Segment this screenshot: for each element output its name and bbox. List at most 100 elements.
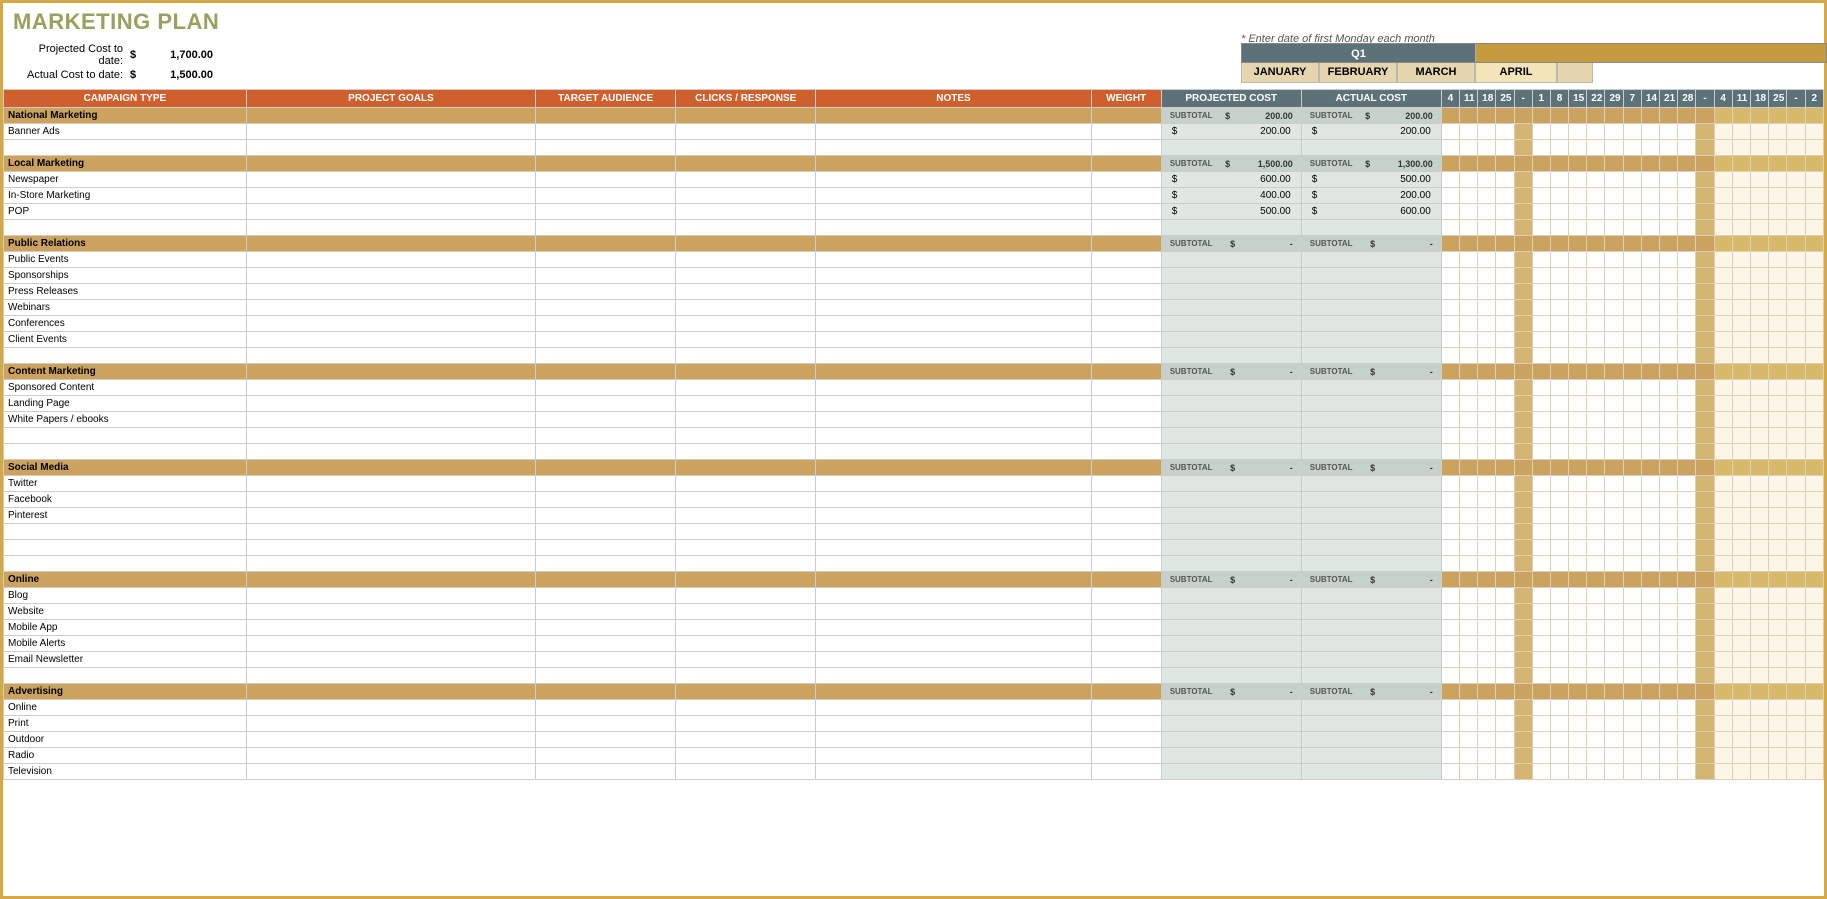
calendar-cell[interactable]	[1750, 268, 1768, 284]
calendar-cell[interactable]	[1732, 412, 1750, 428]
calendar-cell[interactable]	[1641, 460, 1659, 476]
calendar-cell[interactable]	[1514, 636, 1532, 652]
calendar-cell[interactable]	[1769, 380, 1787, 396]
calendar-cell[interactable]	[1678, 524, 1696, 540]
calendar-cell[interactable]	[1441, 300, 1459, 316]
calendar-cell[interactable]	[1678, 444, 1696, 460]
notes-cell[interactable]	[816, 396, 1091, 412]
calendar-cell[interactable]	[1569, 556, 1587, 572]
calendar-cell[interactable]	[1678, 684, 1696, 700]
calendar-cell[interactable]	[1769, 764, 1787, 780]
calendar-cell[interactable]	[1459, 236, 1477, 252]
calendar-cell[interactable]	[1496, 252, 1514, 268]
calendar-cell[interactable]	[1459, 268, 1477, 284]
calendar-cell[interactable]	[1550, 236, 1568, 252]
line-item-row[interactable]	[4, 348, 1824, 364]
calendar-cell[interactable]	[1587, 700, 1605, 716]
calendar-cell[interactable]	[1805, 284, 1823, 300]
line-item-row[interactable]: Webinars	[4, 300, 1824, 316]
calendar-cell[interactable]	[1641, 140, 1659, 156]
calendar-cell[interactable]	[1459, 284, 1477, 300]
calendar-cell[interactable]	[1787, 428, 1805, 444]
calendar-cell[interactable]	[1805, 748, 1823, 764]
calendar-cell[interactable]	[1714, 108, 1732, 124]
audience-cell[interactable]	[536, 204, 676, 220]
calendar-cell[interactable]	[1714, 252, 1732, 268]
calendar-cell[interactable]	[1532, 396, 1550, 412]
notes-cell[interactable]	[816, 188, 1091, 204]
calendar-cell[interactable]	[1769, 476, 1787, 492]
calendar-cell[interactable]	[1641, 300, 1659, 316]
line-item-row[interactable]: Print	[4, 716, 1824, 732]
calendar-cell[interactable]	[1514, 572, 1532, 588]
calendar-cell[interactable]	[1769, 348, 1787, 364]
notes-cell[interactable]	[816, 348, 1091, 364]
calendar-cell[interactable]	[1714, 364, 1732, 380]
notes-cell[interactable]	[816, 700, 1091, 716]
calendar-cell[interactable]	[1623, 572, 1641, 588]
calendar-cell[interactable]	[1605, 348, 1623, 364]
calendar-cell[interactable]	[1532, 524, 1550, 540]
calendar-cell[interactable]	[1605, 652, 1623, 668]
calendar-cell[interactable]	[1696, 604, 1714, 620]
calendar-cell[interactable]	[1587, 412, 1605, 428]
calendar-cell[interactable]	[1696, 300, 1714, 316]
calendar-cell[interactable]	[1623, 700, 1641, 716]
calendar-cell[interactable]	[1696, 524, 1714, 540]
calendar-cell[interactable]	[1641, 732, 1659, 748]
clicks-cell[interactable]	[676, 604, 816, 620]
calendar-cell[interactable]	[1805, 428, 1823, 444]
clicks-cell[interactable]	[676, 172, 816, 188]
calendar-cell[interactable]	[1478, 316, 1496, 332]
calendar-cell[interactable]	[1696, 476, 1714, 492]
goals-cell[interactable]	[246, 748, 535, 764]
calendar-cell[interactable]	[1569, 444, 1587, 460]
calendar-cell[interactable]	[1478, 412, 1496, 428]
calendar-cell[interactable]	[1787, 444, 1805, 460]
calendar-cell[interactable]	[1641, 204, 1659, 220]
calendar-cell[interactable]	[1459, 716, 1477, 732]
calendar-cell[interactable]	[1550, 508, 1568, 524]
calendar-cell[interactable]	[1587, 364, 1605, 380]
calendar-cell[interactable]	[1641, 268, 1659, 284]
calendar-cell[interactable]	[1714, 348, 1732, 364]
calendar-cell[interactable]	[1441, 492, 1459, 508]
calendar-cell[interactable]	[1641, 108, 1659, 124]
weight-cell[interactable]	[1091, 172, 1161, 188]
cost-cell[interactable]	[1301, 140, 1441, 156]
notes-cell[interactable]	[816, 620, 1091, 636]
notes-cell[interactable]	[816, 380, 1091, 396]
audience-cell[interactable]	[536, 476, 676, 492]
calendar-cell[interactable]	[1478, 380, 1496, 396]
notes-cell[interactable]	[816, 268, 1091, 284]
weight-cell[interactable]	[1091, 220, 1161, 236]
calendar-cell[interactable]	[1732, 732, 1750, 748]
item-name[interactable]	[4, 220, 247, 236]
calendar-cell[interactable]	[1732, 300, 1750, 316]
calendar-cell[interactable]	[1641, 188, 1659, 204]
calendar-cell[interactable]	[1587, 444, 1605, 460]
item-name[interactable]: Pinterest	[4, 508, 247, 524]
calendar-cell[interactable]	[1496, 444, 1514, 460]
calendar-cell[interactable]	[1587, 604, 1605, 620]
calendar-cell[interactable]	[1514, 700, 1532, 716]
calendar-cell[interactable]	[1714, 716, 1732, 732]
calendar-cell[interactable]	[1550, 300, 1568, 316]
calendar-cell[interactable]	[1660, 380, 1678, 396]
calendar-cell[interactable]	[1805, 556, 1823, 572]
calendar-cell[interactable]	[1660, 444, 1678, 460]
calendar-cell[interactable]	[1696, 220, 1714, 236]
calendar-cell[interactable]	[1569, 348, 1587, 364]
calendar-cell[interactable]	[1732, 556, 1750, 572]
calendar-cell[interactable]	[1550, 460, 1568, 476]
calendar-cell[interactable]	[1514, 204, 1532, 220]
calendar-cell[interactable]	[1769, 572, 1787, 588]
line-item-row[interactable]	[4, 668, 1824, 684]
item-name[interactable]: Banner Ads	[4, 124, 247, 140]
calendar-cell[interactable]	[1514, 476, 1532, 492]
calendar-cell[interactable]	[1750, 652, 1768, 668]
clicks-cell[interactable]	[676, 220, 816, 236]
item-name[interactable]: Facebook	[4, 492, 247, 508]
calendar-cell[interactable]	[1714, 156, 1732, 172]
item-name[interactable]: Client Events	[4, 332, 247, 348]
